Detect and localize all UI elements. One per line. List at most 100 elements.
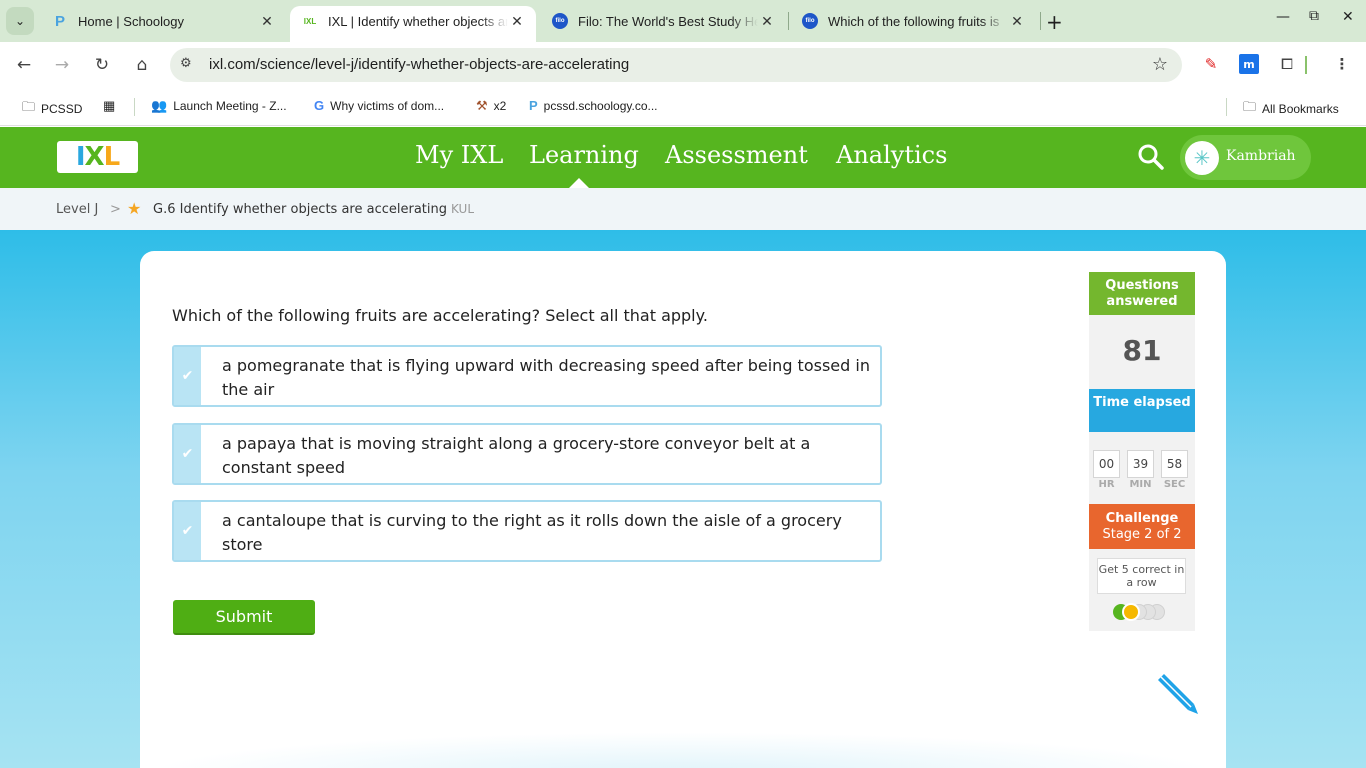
challenge-header: Challenge Stage 2 of 2 (1089, 504, 1195, 549)
home-icon[interactable]: ⌂ (131, 54, 153, 76)
breadcrumb: Level J > ★ G.6 Identify whether objects… (0, 188, 1366, 230)
search-icon[interactable] (1137, 143, 1165, 171)
bookmark-schoology[interactable]: P pcssd.schoology.co... (529, 98, 658, 113)
submit-button[interactable]: Submit (173, 600, 315, 635)
url-text[interactable]: ixl.com/science/level-j/identify-whether… (209, 56, 629, 73)
bookmark-separator (134, 98, 135, 116)
filo-favicon-icon: filo (552, 13, 568, 29)
breadcrumb-skill: G.6 Identify whether objects are acceler… (153, 202, 447, 217)
tab-filo-question[interactable]: filo Which of the following fruits is ✕ (790, 6, 1036, 36)
site-info-icon[interactable]: ⚙ (180, 56, 192, 71)
challenge-dot (1122, 603, 1140, 621)
extension-m-icon[interactable]: m (1239, 54, 1259, 74)
avatar: ✳ (1185, 141, 1219, 175)
tab-title: Which of the following fruits is (828, 13, 1000, 29)
user-menu[interactable]: ✳ Kambriah (1180, 135, 1311, 180)
puzzle-extension-icon[interactable]: ⧠ (1277, 54, 1297, 74)
breadcrumb-level[interactable]: Level J (56, 202, 98, 217)
bookmark-apps[interactable]: ▦ (103, 98, 121, 114)
nav-learning[interactable]: Learning (529, 141, 639, 169)
forward-arrow-icon[interactable]: → (51, 54, 73, 76)
window-close-icon[interactable]: ✕ (1342, 9, 1354, 25)
tab-separator (788, 12, 789, 30)
all-bookmarks[interactable]: 🗀 All Bookmarks (1243, 98, 1339, 120)
folder-icon: 🗀 (1243, 99, 1257, 114)
chevron-down-icon: ⌄ (14, 14, 26, 28)
star-icon: ★ (127, 199, 142, 218)
tab-title: Filo: The World's Best Study Help (578, 13, 758, 29)
answer-option-text: a pomegranate that is flying upward with… (222, 356, 870, 399)
timer-hours-label: HR (1098, 479, 1115, 490)
google-icon: G (314, 98, 325, 113)
checkbox-icon[interactable]: ✔ (174, 425, 201, 483)
filo-favicon-icon: filo (802, 13, 818, 29)
x2-icon: ⚒ (476, 98, 488, 113)
back-arrow-icon[interactable]: ← (13, 54, 35, 76)
reload-icon[interactable]: ↻ (91, 54, 113, 76)
close-icon[interactable]: ✕ (1008, 13, 1026, 30)
tab-title: IXL | Identify whether objects are accel… (328, 13, 508, 29)
checkbox-icon[interactable]: ✔ (174, 347, 201, 405)
skill-code: KUL (451, 202, 475, 216)
timer-minutes: 39 (1127, 450, 1154, 478)
nav-my-ixl[interactable]: My IXL (415, 141, 503, 169)
tab-separator (1040, 12, 1041, 30)
bookmark-star-icon[interactable]: ☆ (1152, 54, 1168, 75)
stats-panel: Questions answered 81 Time elapsed 00 39… (1089, 272, 1195, 631)
checkbox-icon[interactable]: ✔ (174, 502, 201, 560)
more-menu-icon[interactable]: ⋮ (1332, 54, 1352, 74)
challenge-goal: Get 5 correct in a row (1097, 558, 1186, 594)
timer-seconds: 58 (1161, 450, 1188, 478)
tab-search-button[interactable]: ⌄ (6, 7, 34, 35)
bookmark-google[interactable]: G Why victims of dom... (314, 98, 444, 113)
browser-toolbar: ← → ↻ ⌂ ⚙ ixl.com/science/level-j/identi… (0, 42, 1366, 88)
close-icon[interactable]: ✕ (258, 13, 276, 30)
nav-assessment[interactable]: Assessment (665, 141, 808, 169)
toolbar-separator (1305, 56, 1307, 74)
answer-option[interactable]: ✔ a cantaloupe that is curving to the ri… (172, 500, 882, 562)
bookmark-x2[interactable]: ⚒ x2 (476, 98, 506, 114)
restore-icon[interactable]: ⧉ (1309, 8, 1319, 24)
close-icon[interactable]: ✕ (758, 13, 776, 30)
pen-extension-icon[interactable]: ✎ (1201, 54, 1221, 74)
cloud-decoration (140, 732, 1226, 768)
ixl-logo[interactable]: IXL (57, 141, 138, 173)
address-bar[interactable]: ⚙ ixl.com/science/level-j/identify-wheth… (170, 48, 1182, 82)
practice-card: Which of the following fruits are accele… (140, 251, 1226, 768)
nav-analytics[interactable]: Analytics (836, 141, 947, 169)
ixl-favicon-icon: IXL (303, 16, 317, 26)
questions-answered-label: Questions answered (1089, 272, 1195, 315)
pencil-icon[interactable] (1152, 674, 1200, 716)
bookmark-separator (1226, 98, 1227, 116)
folder-icon: 🗀 (22, 99, 36, 114)
active-nav-indicator (569, 178, 589, 188)
tab-ixl[interactable]: IXL IXL | Identify whether objects are a… (290, 6, 536, 42)
questions-answered-count: 81 (1122, 334, 1162, 367)
timer-hours: 00 (1093, 450, 1120, 478)
challenge-label: Challenge (1105, 511, 1179, 526)
bookmark-zoom[interactable]: 👥 Launch Meeting - Z... (151, 98, 287, 114)
time-elapsed-label: Time elapsed (1089, 389, 1195, 432)
ixl-header: IXL My IXL Learning Assessment Analytics… (0, 127, 1366, 188)
zoom-icon: 👥 (151, 98, 168, 113)
answer-option[interactable]: ✔ a papaya that is moving straight along… (172, 423, 882, 485)
browser-tab-strip: ⌄ P Home | Schoology ✕ IXL IXL | Identif… (0, 0, 1366, 42)
bookmark-pcssd[interactable]: 🗀 PCSSD (22, 98, 82, 120)
bookmarks-bar: 🗀 PCSSD ▦ 👥 Launch Meeting - Z... G Why … (0, 88, 1366, 126)
tab-schoology[interactable]: P Home | Schoology ✕ (40, 6, 286, 36)
new-tab-button[interactable]: + (1046, 10, 1063, 34)
apps-grid-icon: ▦ (103, 98, 116, 113)
question-prompt: Which of the following fruits are accele… (172, 306, 708, 325)
minimize-icon[interactable]: — (1276, 9, 1290, 25)
schoology-icon: P (529, 98, 538, 113)
timer-seconds-label: SEC (1163, 479, 1186, 490)
schoology-favicon-icon: P (54, 12, 65, 30)
close-icon[interactable]: ✕ (508, 13, 526, 30)
answer-option[interactable]: ✔ a pomegranate that is flying upward wi… (172, 345, 882, 407)
challenge-stage: Stage 2 of 2 (1102, 527, 1182, 542)
answer-option-text: a cantaloupe that is curving to the righ… (222, 511, 842, 554)
chevron-right-icon: > (110, 202, 121, 217)
tab-title: Home | Schoology (78, 13, 184, 29)
user-name: Kambriah (1226, 148, 1296, 164)
tab-filo[interactable]: filo Filo: The World's Best Study Help ✕ (540, 6, 786, 36)
